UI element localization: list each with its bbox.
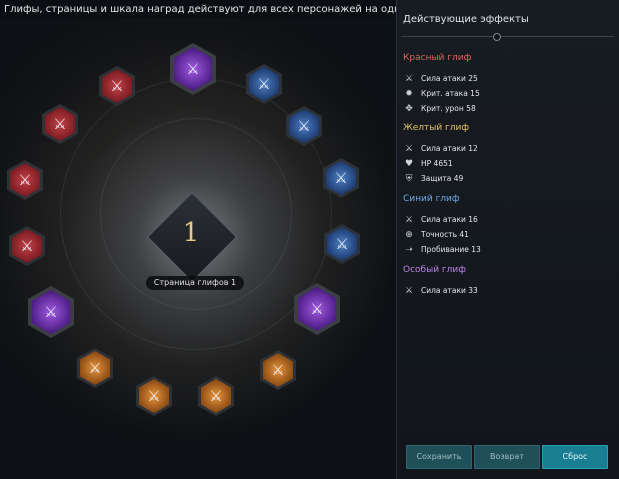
crossed-swords-icon: ⚔ bbox=[404, 285, 414, 296]
stat-text: Сила атаки 12 bbox=[421, 144, 478, 153]
glyph-gem: ⚔ bbox=[326, 161, 356, 195]
crossed-swords-icon: ⚔ bbox=[186, 59, 200, 78]
stat-text: HP 4651 bbox=[421, 159, 453, 168]
glyph-slot-orange[interactable]: ⚔ bbox=[260, 350, 296, 390]
effects-panel: Действующие эффекты Красный глиф ⚔ Сила а… bbox=[396, 0, 619, 479]
glyph-gem: ⚔ bbox=[80, 351, 110, 385]
glyph-gem: ⚔ bbox=[32, 290, 70, 334]
revert-button[interactable]: Возврат bbox=[474, 445, 540, 469]
stat-row: ⚔ Сила атаки 33 bbox=[403, 283, 613, 298]
stat-row: ⚔ Сила атаки 25 bbox=[403, 71, 613, 86]
glyph-slot-red[interactable]: ⚔ bbox=[7, 160, 43, 200]
crossed-swords-icon: ⚔ bbox=[404, 214, 414, 225]
crosshair-icon: ⊕ bbox=[405, 229, 413, 240]
glyph-gem: ⚔ bbox=[102, 69, 132, 103]
glyph-slot-orange[interactable]: ⚔ bbox=[136, 376, 172, 416]
glyph-gem: ⚔ bbox=[10, 163, 40, 197]
crossed-swords-icon: ⚔ bbox=[110, 76, 124, 95]
stat-text: Сила атаки 25 bbox=[421, 74, 478, 83]
crossed-swords-icon: ⚔ bbox=[404, 73, 414, 84]
page-label: Страница глифов 1 bbox=[146, 276, 244, 290]
section-title: Особый глиф bbox=[403, 265, 466, 275]
crossed-swords-icon: ⚔ bbox=[53, 114, 67, 133]
page-number: 1 bbox=[182, 218, 200, 248]
stat-row: ⚔ Сила атаки 16 bbox=[403, 212, 613, 227]
red-glyph-section: Красный глиф ⚔ Сила атаки 25 ✸ Крит. атака… bbox=[403, 53, 613, 116]
save-button[interactable]: Сохранить bbox=[406, 445, 472, 469]
crossed-swords-icon: ⚔ bbox=[335, 234, 349, 253]
section-title: Желтый глиф bbox=[403, 123, 470, 133]
glyph-gem: ⚔ bbox=[174, 47, 212, 91]
crossed-swords-icon: ⚔ bbox=[297, 116, 311, 135]
glyph-slot-red[interactable]: ⚔ bbox=[42, 104, 78, 144]
crossed-swords-icon: ⚔ bbox=[257, 74, 271, 93]
glyph-gem: ⚔ bbox=[289, 109, 319, 143]
shield-icon: ⛨ bbox=[405, 173, 413, 184]
stat-row: ✸ Крит. атака 15 bbox=[403, 86, 613, 101]
stat-text: Сила атаки 16 bbox=[421, 215, 478, 224]
crit-damage-icon: ✥ bbox=[405, 103, 413, 114]
stat-text: Точность 41 bbox=[421, 230, 469, 239]
glyph-gem: ⚔ bbox=[139, 379, 169, 413]
special-glyph-section: Особый глиф ⚔ Сила атаки 33 bbox=[403, 265, 613, 298]
notice-text: Глифы, страницы и шкала наград действуют… bbox=[4, 4, 464, 15]
stat-text: Пробивание 13 bbox=[421, 245, 481, 254]
stat-row: ⊕ Точность 41 bbox=[403, 227, 613, 242]
glyph-gem: ⚔ bbox=[12, 229, 42, 263]
crit-burst-icon: ✸ bbox=[405, 88, 413, 99]
crossed-swords-icon: ⚔ bbox=[20, 236, 34, 255]
crossed-swords-icon: ⚔ bbox=[88, 358, 102, 377]
stat-row: ⚔ Сила атаки 12 bbox=[403, 141, 613, 156]
crossed-swords-icon: ⚔ bbox=[404, 143, 414, 154]
section-title: Синий глиф bbox=[403, 194, 460, 204]
stat-text: Крит. урон 58 bbox=[421, 104, 476, 113]
heart-icon: ♥ bbox=[404, 158, 414, 169]
title-divider bbox=[401, 36, 614, 37]
glyph-board: 1 Страница глифов 1 ⚔ ⚔ ⚔ ⚔ ⚔ ⚔ ⚔ ⚔ ⚔ ⚔ ⚔ ⚔ ⚔ ⚔ ⚔ bbox=[0, 18, 396, 479]
glyph-slot-red[interactable]: ⚔ bbox=[9, 226, 45, 266]
stat-text: Защита 49 bbox=[421, 174, 464, 183]
glyph-gem: ⚔ bbox=[249, 67, 279, 101]
crossed-swords-icon: ⚔ bbox=[18, 170, 32, 189]
glyph-gem: ⚔ bbox=[45, 107, 75, 141]
title-ornament bbox=[493, 33, 501, 41]
stat-row: ♥ HP 4651 bbox=[403, 156, 613, 171]
glyph-gem: ⚔ bbox=[298, 287, 336, 331]
glyph-slot-orange[interactable]: ⚔ bbox=[77, 348, 113, 388]
glyph-slot-purple[interactable]: ⚔ bbox=[28, 286, 74, 338]
crossed-swords-icon: ⚔ bbox=[147, 386, 161, 405]
reset-button[interactable]: Сброс bbox=[542, 445, 608, 469]
crossed-swords-icon: ⚔ bbox=[310, 299, 324, 318]
stat-text: Крит. атака 15 bbox=[421, 89, 480, 98]
glyph-gem: ⚔ bbox=[201, 379, 231, 413]
glyph-slot-orange[interactable]: ⚔ bbox=[198, 376, 234, 416]
pierce-arrow-icon: ➝ bbox=[405, 244, 413, 255]
stat-row: ⛨ Защита 49 bbox=[403, 171, 613, 186]
section-title: Красный глиф bbox=[403, 53, 472, 63]
crossed-swords-icon: ⚔ bbox=[271, 360, 285, 379]
crossed-swords-icon: ⚔ bbox=[209, 386, 223, 405]
crossed-swords-icon: ⚔ bbox=[44, 302, 58, 321]
glyph-gem: ⚔ bbox=[327, 227, 357, 261]
stat-row: ✥ Крит. урон 58 bbox=[403, 101, 613, 116]
yellow-glyph-section: Желтый глиф ⚔ Сила атаки 12 ♥ HP 4651 ⛨ Защ… bbox=[403, 123, 613, 186]
glyph-gem: ⚔ bbox=[263, 353, 293, 387]
crossed-swords-icon: ⚔ bbox=[334, 168, 348, 187]
stat-row: ➝ Пробивание 13 bbox=[403, 242, 613, 257]
stat-text: Сила атаки 33 bbox=[421, 286, 478, 295]
blue-glyph-section: Синий глиф ⚔ Сила атаки 16 ⊕ Точность 41 ➝… bbox=[403, 194, 613, 257]
panel-title: Действующие эффекты bbox=[403, 14, 529, 25]
